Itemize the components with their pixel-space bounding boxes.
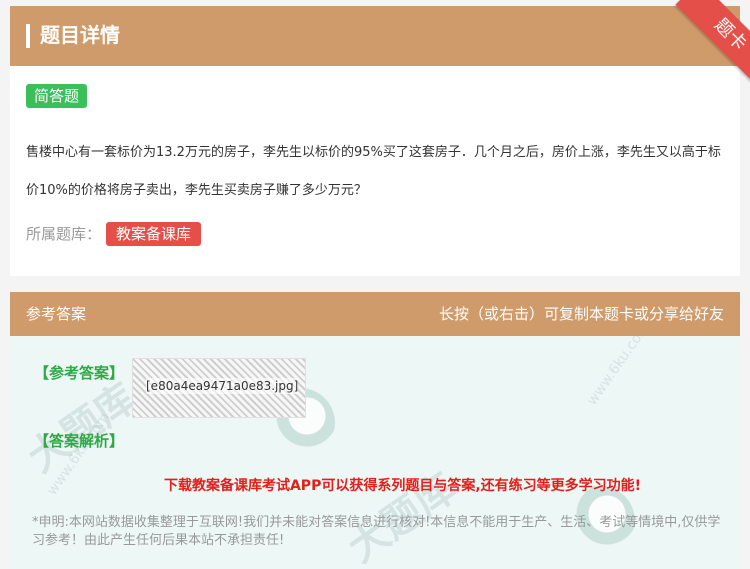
disclaimer-text: *申明:本网站数据收集整理于互联网!我们并未能对答案信息进行核对!本信息不能用于… xyxy=(32,515,721,548)
card-header: 题目详情 xyxy=(10,6,740,66)
watermark-url: www.6ku.com xyxy=(584,336,654,409)
reference-answer-label: 【参考答案】 xyxy=(34,364,125,382)
ribbon-label: 题卡 xyxy=(675,0,750,90)
watermark: 大题库 xyxy=(339,465,465,569)
page-title: 题目详情 xyxy=(40,23,120,47)
bank-name-link[interactable]: 教案备课库 xyxy=(106,222,202,246)
answer-header: 参考答案 长按（或右击）可复制本题卡或分享给好友 xyxy=(10,292,740,336)
header-accent-bar xyxy=(26,24,30,48)
download-app-promo[interactable]: 下载教案备课库考试APP可以获得系列题目与答案,还有练习等更多学习功能! xyxy=(10,476,740,496)
question-card: 题目详情 题卡 简答题 售楼中心有一套标价为13.2万元的房子，李先生以标价的9… xyxy=(10,0,750,276)
answer-analysis-label: 【答案解析】 xyxy=(34,432,125,450)
share-hint: 长按（或右击）可复制本题卡或分享给好友 xyxy=(438,305,724,323)
bank-label: 所属题库： xyxy=(26,225,102,243)
answer-image-filename: [e80a4ea9471a0e83.jpg] xyxy=(146,378,299,394)
question-text: 售楼中心有一套标价为13.2万元的房子，李先生以标价的95%买了这套房子．几个月… xyxy=(26,145,721,198)
question-card-ribbon[interactable]: 题卡 xyxy=(660,0,750,90)
answer-body: 大题库 大题库 www.6ku.com www.6ku.com 【参考答案】 [… xyxy=(10,336,740,569)
answer-section-title: 参考答案 xyxy=(26,305,87,323)
question-type-badge: 简答题 xyxy=(26,84,88,108)
